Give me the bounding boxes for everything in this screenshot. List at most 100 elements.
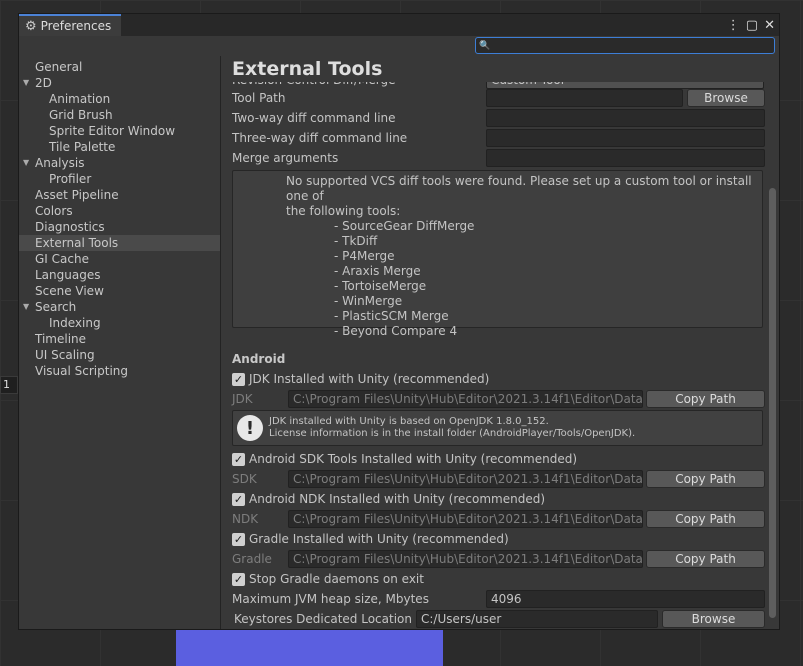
sidebar-item-ui-scaling[interactable]: UI Scaling bbox=[19, 347, 220, 363]
sidebar-item-profiler[interactable]: Profiler bbox=[19, 171, 220, 187]
sdk-copy-path-button[interactable]: Copy Path bbox=[646, 470, 765, 488]
jdk-copy-path-button[interactable]: Copy Path bbox=[646, 390, 765, 408]
window-controls: ⋮ ▢ ✕ bbox=[727, 14, 775, 36]
sdk-checkbox-row[interactable]: ✓ Android SDK Tools Installed with Unity… bbox=[232, 449, 577, 469]
three-way-label: Three-way diff command line bbox=[232, 131, 408, 145]
warning-icon: ! bbox=[237, 415, 263, 441]
expand-arrow-icon[interactable]: ▼ bbox=[23, 299, 29, 315]
jdk-checkbox[interactable]: ✓ bbox=[232, 372, 245, 386]
jdk-path-field: C:\Program Files\Unity\Hub\Editor\2021.3… bbox=[288, 390, 643, 408]
sidebar-item-scene-view[interactable]: Scene View bbox=[19, 283, 220, 299]
jdk-info-line1: JDK installed with Unity is based on Ope… bbox=[269, 416, 549, 427]
ndk-checkbox-label: Android NDK Installed with Unity (recomm… bbox=[249, 492, 546, 506]
sidebar-item-2d[interactable]: ▼ 2D bbox=[19, 75, 220, 91]
three-way-field[interactable] bbox=[486, 129, 765, 147]
sidebar-item-gi-cache[interactable]: GI Cache bbox=[19, 251, 220, 267]
sidebar-item-label: Colors bbox=[35, 204, 73, 218]
close-icon[interactable]: ✕ bbox=[764, 18, 775, 33]
merge-arguments-field[interactable] bbox=[486, 149, 765, 167]
maximize-icon[interactable]: ▢ bbox=[746, 18, 758, 33]
vcs-tool-list: - SourceGear DiffMerge - TkDiff - P4Merge -… bbox=[286, 219, 762, 339]
expand-arrow-icon[interactable]: ▼ bbox=[23, 75, 29, 91]
sidebar-item-languages[interactable]: Languages bbox=[19, 267, 220, 283]
sidebar-item-tile-palette[interactable]: Tile Palette bbox=[19, 139, 220, 155]
sidebar-item-label: UI Scaling bbox=[35, 348, 95, 362]
sdk-path-field: C:\Program Files\Unity\Hub\Editor\2021.3… bbox=[288, 470, 643, 488]
gradle-checkbox-row[interactable]: ✓ Gradle Installed with Unity (recommend… bbox=[232, 529, 509, 549]
gradle-copy-path-button[interactable]: Copy Path bbox=[646, 550, 765, 568]
sidebar-item-timeline[interactable]: Timeline bbox=[19, 331, 220, 347]
background-field: 1 bbox=[0, 376, 18, 394]
jvm-heap-field[interactable]: 4096 bbox=[486, 590, 765, 608]
sidebar-item-label: External Tools bbox=[35, 236, 119, 250]
vcs-tool-item: - WinMerge bbox=[334, 294, 403, 308]
window-tab[interactable]: ⚙ Preferences bbox=[19, 14, 122, 36]
sdk-checkbox[interactable]: ✓ bbox=[232, 452, 245, 466]
sidebar-item-indexing[interactable]: Indexing bbox=[19, 315, 220, 331]
sidebar-item-grid-brush[interactable]: Grid Brush bbox=[19, 107, 220, 123]
sidebar-item-label: Visual Scripting bbox=[35, 364, 128, 378]
gear-icon: ⚙ bbox=[25, 18, 37, 34]
vcs-tool-item: - P4Merge bbox=[334, 249, 395, 263]
keystores-browse-button[interactable]: Browse bbox=[662, 610, 765, 628]
keystores-label: Keystores Dedicated Location bbox=[234, 612, 412, 626]
ndk-checkbox-row[interactable]: ✓ Android NDK Installed with Unity (reco… bbox=[232, 489, 545, 509]
stop-gradle-label: Stop Gradle daemons on exit bbox=[249, 572, 424, 586]
background-panel bbox=[176, 630, 443, 666]
vcs-message-box: No supported VCS diff tools were found. … bbox=[232, 170, 763, 338]
vcs-tool-item: - TkDiff bbox=[334, 234, 378, 248]
page-title: External Tools bbox=[232, 56, 779, 82]
vcs-tool-item: - SourceGear DiffMerge bbox=[334, 219, 475, 233]
jdk-info-box: ! JDK installed with Unity is based on O… bbox=[232, 410, 763, 446]
sidebar-item-label: Grid Brush bbox=[49, 108, 113, 122]
sidebar-item-visual-scripting[interactable]: Visual Scripting bbox=[19, 363, 220, 379]
sidebar-item-label: Search bbox=[35, 300, 77, 314]
sidebar-item-external-tools[interactable]: External Tools bbox=[19, 235, 220, 251]
sidebar-item-sprite-editor-window[interactable]: Sprite Editor Window bbox=[19, 123, 220, 139]
sidebar-item-asset-pipeline[interactable]: Asset Pipeline bbox=[19, 187, 220, 203]
gradle-label: Gradle bbox=[232, 552, 272, 566]
gradle-checkbox[interactable]: ✓ bbox=[232, 532, 245, 546]
sidebar-item-search[interactable]: ▼ Search bbox=[19, 299, 220, 315]
stop-gradle-checkbox-row[interactable]: ✓ Stop Gradle daemons on exit bbox=[232, 569, 424, 589]
two-way-field[interactable] bbox=[486, 109, 765, 127]
jdk-info-line2: License information is in the install fo… bbox=[269, 428, 636, 439]
sidebar-item-label: Scene View bbox=[35, 284, 104, 298]
jdk-checkbox-row[interactable]: ✓ JDK Installed with Unity (recommended) bbox=[232, 369, 489, 389]
sdk-checkbox-label: Android SDK Tools Installed with Unity (… bbox=[249, 452, 578, 466]
sidebar-item-animation[interactable]: Animation bbox=[19, 91, 220, 107]
jdk-label: JDK bbox=[232, 392, 253, 406]
vcs-tool-item: - Beyond Compare 4 bbox=[334, 324, 458, 338]
scrollbar[interactable]: ▲ ▼ bbox=[768, 66, 777, 629]
scrollbar-thumb[interactable] bbox=[769, 188, 776, 618]
vcs-tool-item: - Araxis Merge bbox=[334, 264, 421, 278]
search-field[interactable]: 🔍 bbox=[475, 37, 775, 54]
more-options-icon[interactable]: ⋮ bbox=[727, 18, 740, 33]
expand-arrow-icon[interactable]: ▼ bbox=[23, 155, 29, 171]
tool-path-field[interactable] bbox=[486, 89, 683, 107]
jvm-heap-label: Maximum JVM heap size, Mbytes bbox=[232, 592, 429, 606]
sidebar-item-diagnostics[interactable]: Diagnostics bbox=[19, 219, 220, 235]
sidebar-item-label: Sprite Editor Window bbox=[49, 124, 176, 138]
sidebar-item-general[interactable]: General bbox=[19, 59, 220, 75]
ndk-label: NDK bbox=[232, 512, 259, 526]
browse-button[interactable]: Browse bbox=[687, 89, 765, 107]
sidebar-item-analysis[interactable]: ▼ Analysis bbox=[19, 155, 220, 171]
external-tools-panel: External Tools Revision Control Diff/Mer… bbox=[222, 56, 779, 629]
jdk-checkbox-label: JDK Installed with Unity (recommended) bbox=[249, 372, 490, 386]
sidebar-item-label: Tile Palette bbox=[49, 140, 116, 154]
merge-arguments-label: Merge arguments bbox=[232, 151, 339, 165]
android-section-title: Android bbox=[232, 352, 286, 366]
stop-gradle-checkbox[interactable]: ✓ bbox=[232, 572, 245, 586]
sidebar-item-colors[interactable]: Colors bbox=[19, 203, 220, 219]
keystores-field[interactable]: C:/Users/user bbox=[416, 610, 658, 628]
search-input[interactable] bbox=[493, 39, 774, 52]
ndk-copy-path-button[interactable]: Copy Path bbox=[646, 510, 765, 528]
window-title: Preferences bbox=[40, 19, 112, 33]
ndk-path-field: C:\Program Files\Unity\Hub\Editor\2021.3… bbox=[288, 510, 643, 528]
ndk-checkbox[interactable]: ✓ bbox=[232, 492, 245, 506]
two-way-label: Two-way diff command line bbox=[232, 111, 396, 125]
sidebar-item-label: Languages bbox=[35, 268, 101, 282]
sdk-label: SDK bbox=[232, 472, 257, 486]
sidebar-item-label: Analysis bbox=[35, 156, 85, 170]
